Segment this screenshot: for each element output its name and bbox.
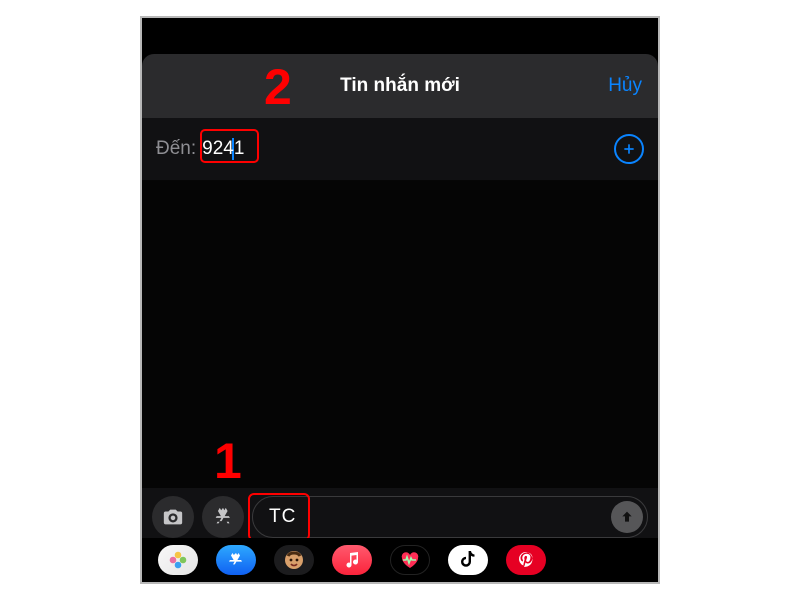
annotation-step-1: 1 xyxy=(214,432,242,490)
memoji-app-icon[interactable] xyxy=(274,545,314,575)
message-text: TC xyxy=(269,506,296,528)
camera-icon xyxy=(162,506,184,528)
fitness-app-icon[interactable] xyxy=(390,545,430,575)
send-button[interactable] xyxy=(611,501,643,533)
recipient-value: 9241 xyxy=(202,137,244,161)
memoji-icon xyxy=(282,548,306,572)
recipient-input[interactable]: 9241 xyxy=(202,137,614,161)
tiktok-icon xyxy=(460,551,476,569)
app-store-button[interactable] xyxy=(202,496,244,538)
add-contact-button[interactable] xyxy=(614,134,644,164)
new-message-modal: Tin nhắn mới Hủy Đến: 9241 2 1 xyxy=(142,54,658,582)
recipient-row[interactable]: Đến: 9241 2 xyxy=(142,118,658,181)
recipient-label: Đến: xyxy=(156,138,196,160)
phone-frame: Tin nhắn mới Hủy Đến: 9241 2 1 xyxy=(140,16,660,584)
appstore-icon xyxy=(212,506,234,528)
modal-title: Tin nhắn mới xyxy=(340,75,460,97)
music-note-icon xyxy=(344,552,360,568)
app-drawer[interactable] xyxy=(142,538,658,582)
tiktok-app-icon[interactable] xyxy=(448,545,488,575)
pinterest-app-icon[interactable] xyxy=(506,545,546,575)
message-area[interactable]: 1 xyxy=(142,181,658,488)
arrow-up-icon xyxy=(619,509,635,525)
plus-icon xyxy=(621,141,637,157)
photos-app-icon[interactable] xyxy=(158,545,198,575)
appstore-a-icon xyxy=(226,550,246,570)
photos-icon xyxy=(168,550,188,570)
message-input[interactable]: TC xyxy=(252,496,648,538)
modal-header: Tin nhắn mới Hủy xyxy=(142,54,658,118)
heart-icon xyxy=(399,551,421,569)
music-app-icon[interactable] xyxy=(332,545,372,575)
camera-button[interactable] xyxy=(152,496,194,538)
compose-bar: TC xyxy=(142,488,658,582)
app-store-app-icon[interactable] xyxy=(216,545,256,575)
cancel-button[interactable]: Hủy xyxy=(608,75,642,97)
pinterest-p-icon xyxy=(517,551,535,569)
